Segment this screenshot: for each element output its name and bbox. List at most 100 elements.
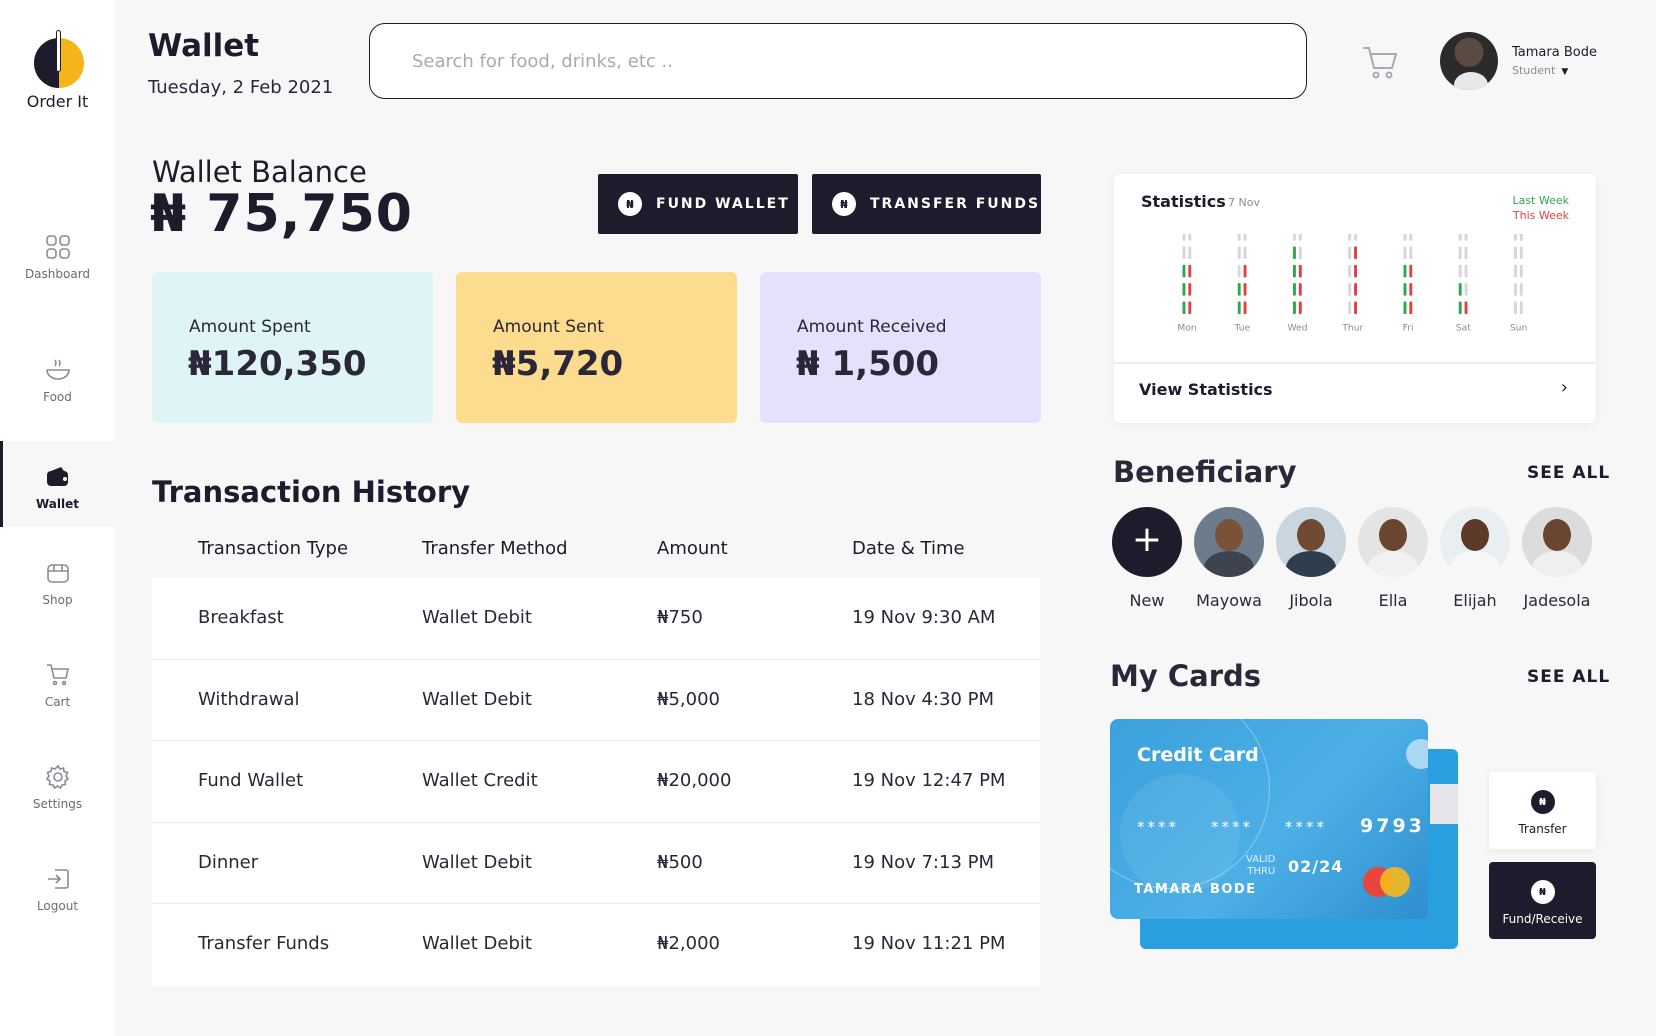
stat-bar-segment <box>1403 234 1407 241</box>
stat-bar-segment <box>1409 283 1413 296</box>
stat-day-label: Sat <box>1456 323 1471 334</box>
cell-datetime: 18 Nov 4:30 PM <box>852 688 995 710</box>
stat-bar-segment <box>1514 301 1517 314</box>
amount-sent-label: Amount Sent <box>493 317 604 337</box>
stat-bar-segment <box>1293 246 1296 259</box>
user-name[interactable]: Tamara Bode <box>1512 45 1597 60</box>
cell-datetime: 19 Nov 7:13 PM <box>852 851 995 873</box>
stat-bar-segment <box>1403 264 1407 278</box>
caret-down-icon: ▼ <box>1561 67 1569 77</box>
nav-item-shop[interactable]: Shop <box>0 559 115 607</box>
stat-bar-segment <box>1519 301 1523 314</box>
statistics-title: Statistics <box>1141 192 1226 211</box>
nav-item-food[interactable]: Food <box>0 356 115 404</box>
card-holder: TAMARA BODE <box>1134 882 1257 897</box>
table-row[interactable]: Withdrawal Wallet Debit ₦5,000 18 Nov 4:… <box>152 660 1040 741</box>
stat-bar-segment <box>1519 283 1523 296</box>
cell-amount: ₦500 <box>657 851 703 873</box>
naira-coin-icon: ₦ <box>618 192 642 216</box>
nav-item-settings[interactable]: Settings <box>0 763 115 811</box>
wallet-icon <box>44 463 72 491</box>
amount-sent-value: ₦5,720 <box>492 344 624 384</box>
amount-sent-card: Amount Sent ₦5,720 <box>456 272 737 423</box>
view-statistics-link[interactable]: View Statistics <box>1139 380 1273 399</box>
nav-label: Wallet <box>35 497 79 511</box>
stat-bar-segment <box>1237 246 1241 259</box>
cell-type: Dinner <box>198 851 259 873</box>
column-header: Date & Time <box>852 538 965 559</box>
cell-datetime: 19 Nov 11:21 PM <box>852 933 1006 954</box>
credit-card[interactable]: Credit Card **** **** **** 9793 VALID THR… <box>1110 719 1428 919</box>
transfer-funds-button[interactable]: ₦ TRANSFER FUNDS <box>812 174 1041 234</box>
beneficiary-name: Ella <box>1378 591 1408 610</box>
table-header: Transaction Type Transfer Method Amount … <box>152 538 1040 568</box>
card-expiry: 02/24 <box>1288 857 1344 876</box>
stat-bar-segment <box>1243 301 1247 314</box>
cart-button[interactable] <box>1360 42 1400 82</box>
amount-received-value: ₦ 1,500 <box>796 344 940 384</box>
plus-icon: + <box>1112 507 1182 577</box>
stat-day-label: Tue <box>1234 323 1251 334</box>
beneficiary-item[interactable]: Mayowa <box>1193 507 1265 610</box>
table-row[interactable]: Transfer Funds Wallet Debit ₦2,000 19 No… <box>152 904 1040 986</box>
cell-method: Wallet Debit <box>422 607 532 628</box>
user-avatar[interactable] <box>1440 32 1498 90</box>
cards-see-all[interactable]: SEE ALL <box>1527 667 1610 687</box>
app-logo[interactable]: Order It <box>0 30 115 111</box>
stat-bar-segment <box>1243 264 1247 278</box>
stat-bar-segment <box>1514 264 1517 278</box>
stat-bar-segment <box>1514 283 1517 296</box>
card-fund-receive-button[interactable]: ₦ Fund/Receive <box>1489 862 1596 939</box>
stat-bar-segment <box>1409 246 1413 259</box>
stat-bar-segment <box>1458 283 1462 296</box>
table-row[interactable]: Dinner Wallet Debit ₦500 19 Nov 7:13 PM <box>152 823 1040 904</box>
fund-wallet-button[interactable]: ₦ FUND WALLET <box>598 174 798 234</box>
nav-item-cart[interactable]: Cart <box>0 661 115 709</box>
stat-bar-segment <box>1403 301 1407 314</box>
stat-bar-segment <box>1237 234 1241 241</box>
avatar <box>1276 507 1346 577</box>
fund-receive-label: Fund/Receive <box>1502 912 1583 926</box>
grid-icon <box>44 233 72 261</box>
card-type-label: Credit Card <box>1137 744 1259 766</box>
stat-bar-segment <box>1182 283 1186 296</box>
search-bar[interactable] <box>369 23 1307 99</box>
stat-bar-segment <box>1237 283 1241 296</box>
logout-icon <box>44 865 72 893</box>
amount-spent-label: Amount Spent <box>189 317 311 337</box>
card-transfer-button[interactable]: ₦ Transfer <box>1489 772 1596 849</box>
sidebar: Order It Dashboard Food Wallet Shop Cart <box>0 0 115 1036</box>
beneficiary-new[interactable]: + New <box>1111 507 1183 610</box>
cell-method: Wallet Debit <box>422 851 532 873</box>
beneficiary-item[interactable]: Elijah <box>1439 507 1511 610</box>
statistics-chart: Mon Tue Wed Thur Fri Sat Sun <box>1177 234 1527 334</box>
stat-day-label: Wed <box>1288 323 1308 334</box>
legend-last-week: Last Week <box>1512 194 1569 207</box>
search-input[interactable] <box>370 24 1306 98</box>
stat-bar-segment <box>1409 234 1413 241</box>
chevron-right-icon[interactable]: › <box>1561 377 1568 398</box>
table-row[interactable]: Fund Wallet Wallet Credit ₦20,000 19 Nov… <box>152 741 1040 823</box>
beneficiary-item[interactable]: Jibola <box>1275 507 1347 610</box>
nav-item-logout[interactable]: Logout <box>0 865 115 913</box>
stat-bar-segment <box>1188 246 1192 259</box>
cell-datetime: 19 Nov 12:47 PM <box>852 770 1006 791</box>
cell-datetime: 19 Nov 9:30 AM <box>852 607 996 628</box>
statistics-date: 7 Nov <box>1228 196 1260 209</box>
user-role[interactable]: Student ▼ <box>1512 64 1568 77</box>
nav-item-dashboard[interactable]: Dashboard <box>0 233 115 281</box>
card-last-four: 9793 <box>1360 815 1425 837</box>
table-row[interactable]: Breakfast Wallet Debit ₦750 19 Nov 9:30 … <box>152 578 1040 660</box>
nav-item-wallet[interactable]: Wallet <box>0 441 115 527</box>
stat-bar-segment <box>1354 234 1357 241</box>
cell-amount: ₦20,000 <box>657 770 732 791</box>
beneficiary-item[interactable]: Jadesola <box>1521 507 1593 610</box>
stat-bar-segment <box>1182 301 1186 314</box>
beneficiary-item[interactable]: Ella <box>1357 507 1429 610</box>
beneficiary-name: New <box>1129 591 1165 610</box>
stat-bar-segment <box>1409 301 1413 314</box>
stat-bar-segment <box>1298 283 1302 296</box>
stat-bar-segment <box>1188 264 1192 278</box>
stat-bar-segment <box>1243 246 1247 259</box>
beneficiary-see-all[interactable]: SEE ALL <box>1527 463 1610 483</box>
